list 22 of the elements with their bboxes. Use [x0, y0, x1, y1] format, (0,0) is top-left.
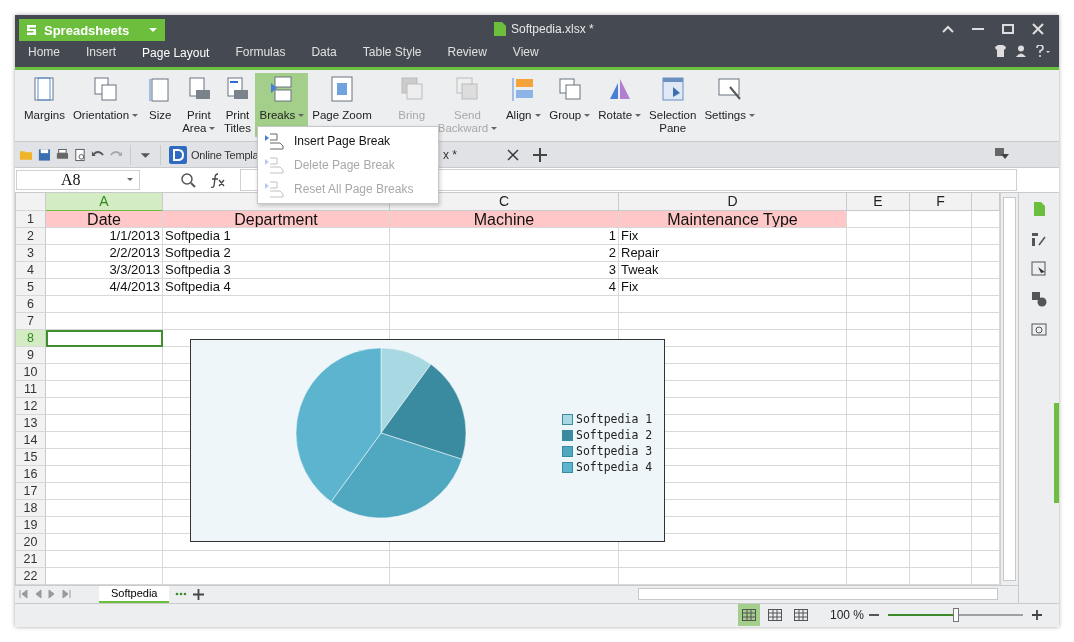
table-cell: Softpedia 4: [163, 278, 390, 296]
legend-label: Softpedia 3: [576, 444, 653, 458]
table-cell: Softpedia 2: [163, 244, 390, 262]
table-cell: 3: [390, 261, 619, 279]
table-cell: 2/2/2013: [46, 244, 163, 262]
table-cell: 4: [390, 278, 619, 296]
zoom-value: 100 %: [829, 608, 864, 623]
table-cell: Softpedia 1: [163, 227, 390, 245]
legend-label: Softpedia 1: [576, 412, 653, 426]
legend-label: Softpedia 4: [576, 460, 653, 474]
table-cell: Softpedia 3: [163, 261, 390, 279]
table-cell: 1/1/2013: [46, 227, 163, 245]
table-cell: 4/4/2013: [46, 278, 163, 296]
table-cell: Repair: [619, 244, 847, 262]
table-cell: Fix: [619, 278, 847, 296]
table-cell: Fix: [619, 227, 847, 245]
table-cell: 1: [390, 227, 619, 245]
window-title: Softpedia.xlsx *: [511, 22, 594, 36]
table-cell: 2: [390, 244, 619, 262]
legend-label: Softpedia 2: [576, 428, 653, 442]
table-cell: Tweak: [619, 261, 847, 279]
table-cell: 3/3/2013: [46, 261, 163, 279]
